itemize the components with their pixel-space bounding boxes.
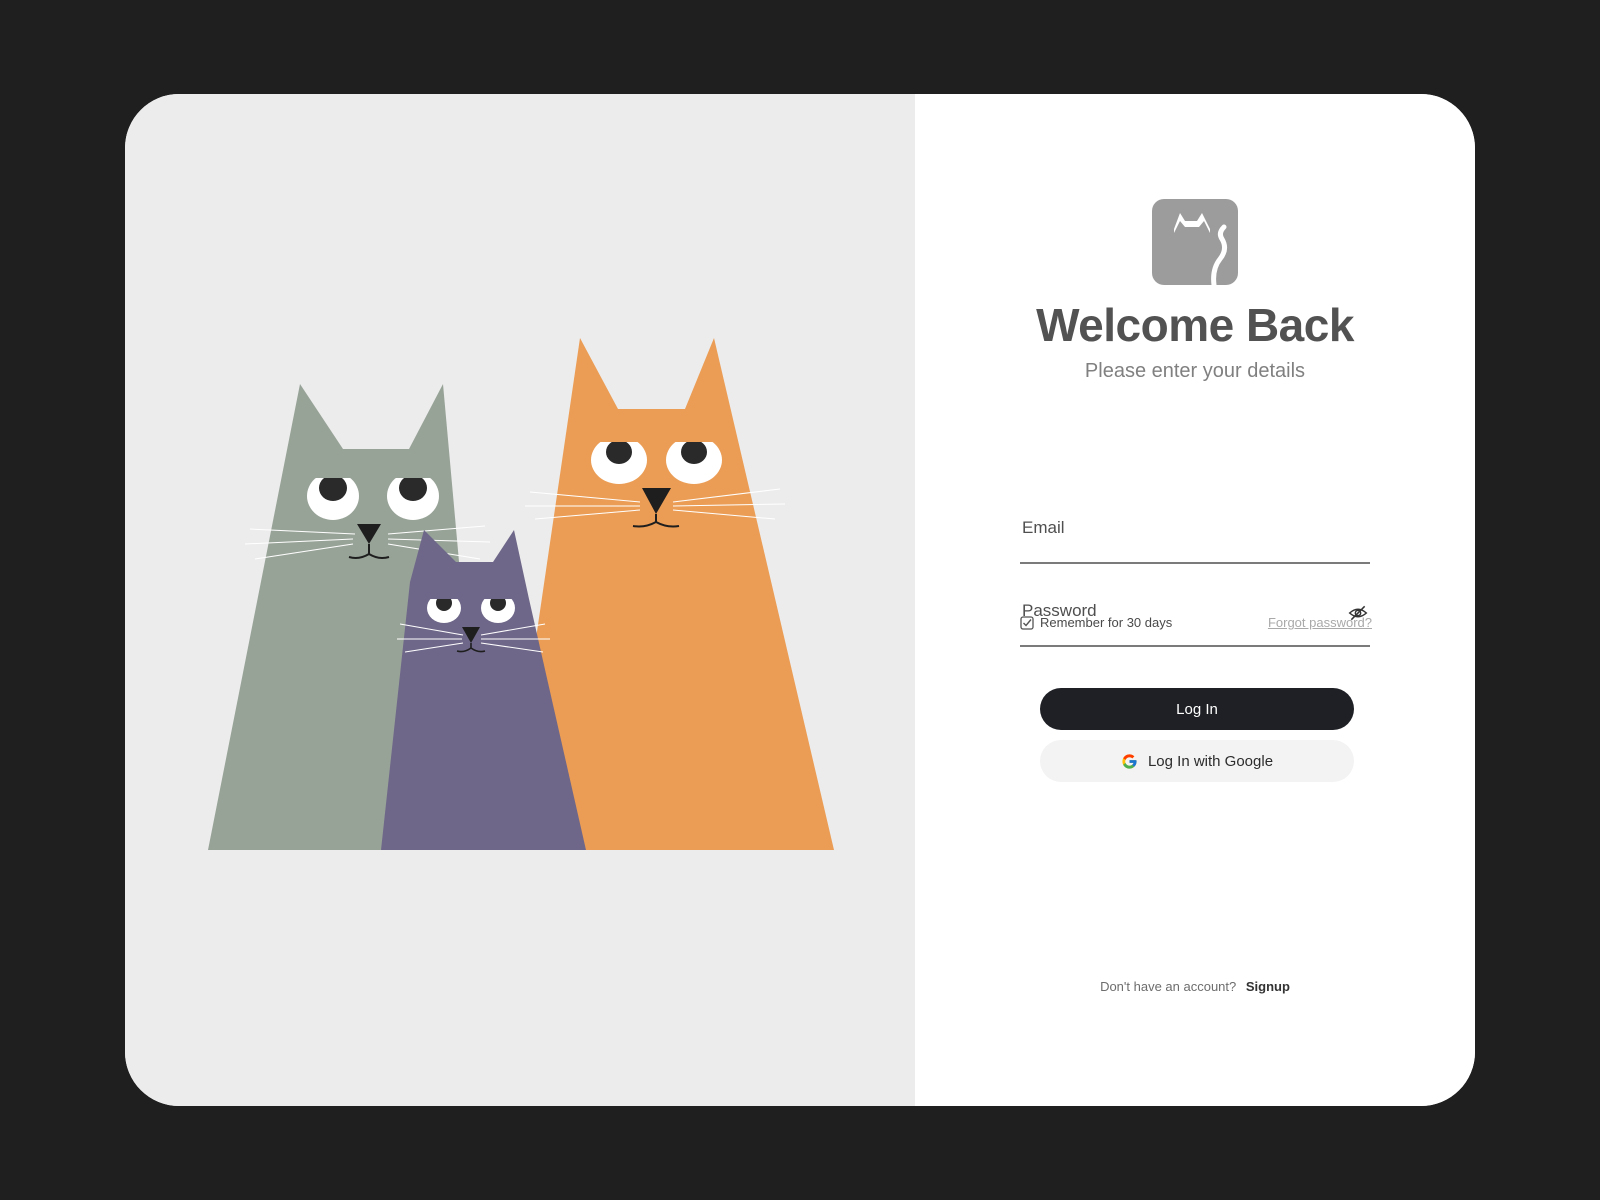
cat-logo-icon xyxy=(1152,199,1238,285)
checkbox-checked-icon[interactable] xyxy=(1020,615,1034,630)
illustration-panel xyxy=(125,94,915,1106)
login-button[interactable]: Log In xyxy=(1040,688,1354,730)
email-input[interactable] xyxy=(1020,512,1374,564)
page-subtitle: Please enter your details xyxy=(1084,360,1306,382)
email-field[interactable]: Email xyxy=(1020,512,1374,564)
google-login-label: Log In with Google xyxy=(1147,752,1274,770)
remember-label: Remember for 30 days xyxy=(1040,615,1173,630)
page-title: Welcome Back xyxy=(1036,299,1354,351)
login-card: Welcome Back Please enter your details E… xyxy=(125,94,1475,1106)
google-login-button[interactable]: Log In with Google xyxy=(1040,740,1354,782)
signup-link[interactable]: Signup xyxy=(1246,979,1290,994)
remember-me[interactable]: Remember for 30 days xyxy=(1020,615,1172,630)
signup-prompt: Don't have an account? xyxy=(1100,979,1237,994)
signup-row: Don't have an account? Signup xyxy=(915,979,1475,994)
forgot-password-link[interactable]: Forgot password? xyxy=(1268,615,1372,630)
login-panel: Welcome Back Please enter your details E… xyxy=(915,94,1475,1106)
cats-illustration xyxy=(208,338,834,850)
google-icon xyxy=(1122,753,1137,769)
